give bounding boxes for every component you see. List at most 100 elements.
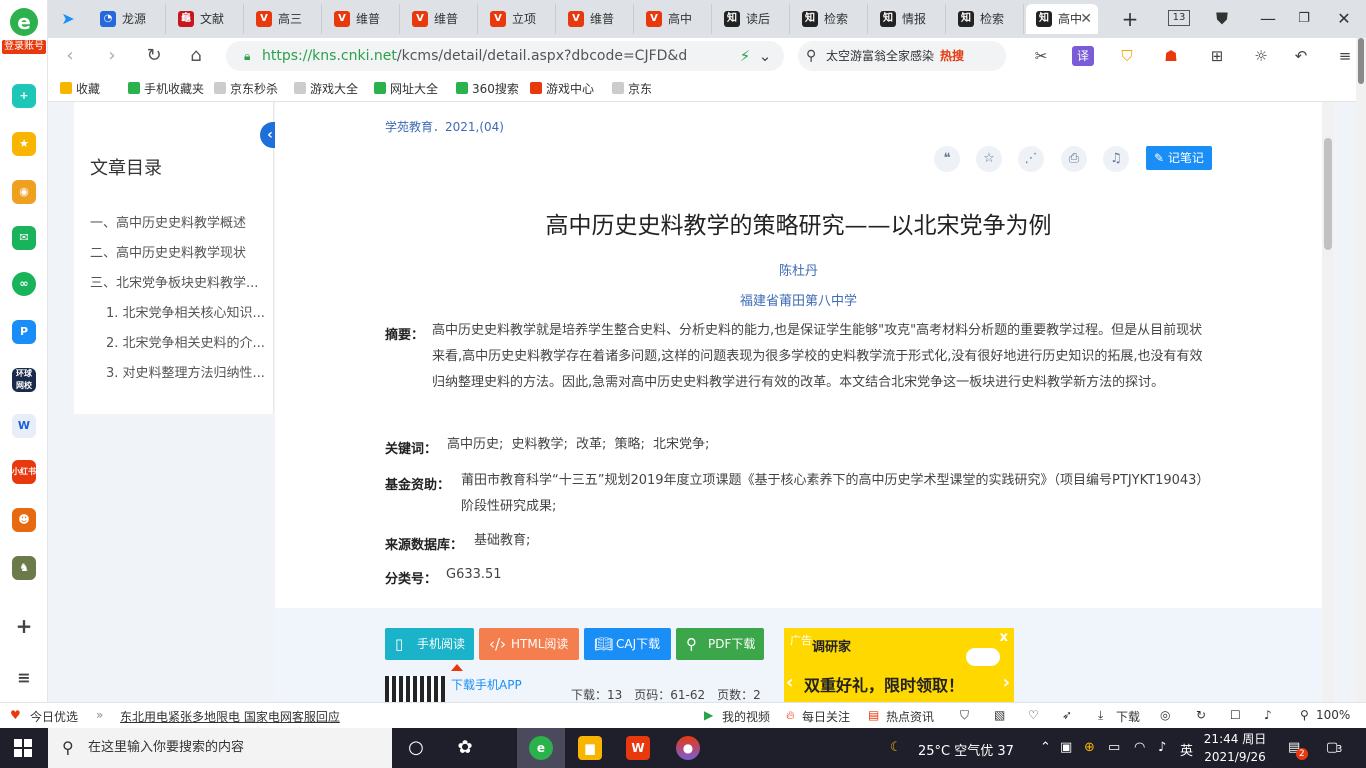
advertisement-banner[interactable]: 广告 调研家 x ‹ 双重好礼，限时领取！ › bbox=[784, 628, 1014, 702]
organization-link[interactable]: 福建省莆田第八中学 bbox=[275, 290, 1322, 309]
bookmark-item[interactable]: 京东秒杀 bbox=[214, 80, 278, 97]
send-icon[interactable]: ➤ bbox=[56, 8, 80, 30]
pinwheel-icon[interactable]: ✿ bbox=[453, 736, 477, 760]
wps-icon[interactable]: W bbox=[626, 736, 650, 760]
coin-icon[interactable]: ⛉ bbox=[1116, 46, 1138, 66]
input-language[interactable]: 英 bbox=[1180, 740, 1193, 759]
forward-button[interactable]: › bbox=[100, 44, 124, 68]
home-button[interactable]: ⌂ bbox=[184, 44, 208, 68]
calculator-icon[interactable]: + bbox=[12, 84, 36, 108]
wifi-icon[interactable]: ◠ bbox=[1134, 740, 1145, 755]
apps-grid-icon[interactable]: ⊞ bbox=[1206, 46, 1228, 66]
journal-info[interactable]: 学苑教育．2021,(04) bbox=[385, 118, 504, 135]
browser-tab[interactable]: V 维普 bbox=[558, 4, 634, 34]
hot-news-link[interactable]: 热点资讯 bbox=[886, 708, 934, 725]
taskbar-search[interactable]: ⚲ 在这里输入你要搜索的内容 bbox=[48, 728, 392, 768]
tray-plus-icon[interactable]: ⊕ bbox=[1084, 740, 1095, 755]
window-icon[interactable]: ☐ bbox=[1230, 708, 1241, 722]
add-app-icon[interactable]: + bbox=[12, 614, 36, 638]
browser-tab[interactable]: 龜文献 bbox=[168, 4, 244, 34]
browser-tab[interactable]: V 高三 bbox=[246, 4, 322, 34]
bookmark-item[interactable]: 京东 bbox=[612, 80, 652, 97]
pubg-icon[interactable]: ♞ bbox=[12, 556, 36, 580]
page-scrollbar-thumb[interactable] bbox=[1324, 138, 1332, 250]
daily-focus-link[interactable]: 每日关注 bbox=[802, 708, 850, 725]
search-box[interactable]: ⚲ 太空游富翁全家感染 热搜 bbox=[798, 41, 1006, 71]
browser-task-icon[interactable]: e bbox=[529, 736, 553, 760]
download-app-link[interactable]: 下载手机APP bbox=[451, 676, 522, 693]
browser-tab[interactable]: V 维普 bbox=[402, 4, 478, 34]
download-link[interactable]: 下载 bbox=[1116, 708, 1140, 725]
today-picks-link[interactable]: 今日优选 bbox=[30, 708, 78, 725]
bookmark-item[interactable]: 收藏 bbox=[60, 80, 100, 97]
browser-tab[interactable]: V 立项 bbox=[480, 4, 556, 34]
rocket-icon[interactable]: ➶ bbox=[1062, 708, 1072, 722]
minimize-button[interactable]: — bbox=[1256, 8, 1280, 30]
task-view-icon[interactable]: ○ bbox=[404, 736, 428, 760]
page-scrollbar[interactable] bbox=[1322, 102, 1334, 702]
browser-tab[interactable]: ◔ 龙源 bbox=[90, 4, 166, 34]
browser-tab[interactable]: V 维普 bbox=[324, 4, 400, 34]
weather-text[interactable]: 25°C 空气优 37 bbox=[918, 740, 1014, 759]
toc-item[interactable]: 二、高中历史史料教学现状 bbox=[90, 242, 266, 261]
video-icon[interactable]: 小红书 bbox=[12, 460, 36, 484]
toc-item[interactable]: 3. 对史料整理方法归纳性... bbox=[106, 362, 266, 381]
gamepad-icon[interactable]: ☗ bbox=[1160, 46, 1182, 66]
menu-icon[interactable]: ≡ bbox=[12, 666, 36, 690]
toc-item[interactable]: 三、北宋党争板块史料教学... bbox=[90, 272, 266, 291]
bookmark-item[interactable]: 网址大全 bbox=[374, 80, 438, 97]
pdf-icon[interactable]: P bbox=[12, 320, 36, 344]
zoom-level[interactable]: 100% bbox=[1316, 708, 1350, 722]
login-label[interactable]: 登录账号 bbox=[2, 40, 46, 54]
my-video-link[interactable]: 我的视频 bbox=[722, 708, 770, 725]
windows-start-button[interactable] bbox=[14, 739, 32, 757]
tab-count-badge[interactable]: 13 bbox=[1168, 10, 1190, 26]
browser-tab[interactable]: 知情报 bbox=[870, 4, 946, 34]
star-icon[interactable]: ☆ bbox=[976, 146, 1002, 172]
bookmark-item[interactable]: 360搜索 bbox=[456, 80, 519, 97]
undo-icon[interactable]: ↶ bbox=[1290, 46, 1312, 66]
html-read-button[interactable]: ‹/› HTML阅读 bbox=[479, 628, 579, 660]
heartbeat-icon[interactable]: ♡ bbox=[1028, 708, 1039, 722]
tray-app-icon[interactable]: ▣ bbox=[1060, 740, 1072, 755]
ad-prev-icon[interactable]: ‹ bbox=[786, 672, 793, 693]
lightning-icon[interactable]: ⚡ bbox=[734, 46, 756, 66]
link-icon[interactable]: ∞ bbox=[12, 272, 36, 296]
bell-icon[interactable]: ♫ bbox=[1103, 146, 1129, 172]
window-scrollbar-thumb[interactable] bbox=[1358, 38, 1364, 84]
shield-icon[interactable]: ⛉ bbox=[960, 708, 969, 723]
tray-chevron-icon[interactable]: ⌃ bbox=[1040, 740, 1051, 755]
back-button[interactable]: ‹ bbox=[58, 44, 82, 68]
news-icon[interactable]: 环球 网校 bbox=[12, 368, 36, 392]
mask-icon[interactable]: ◎ bbox=[1160, 708, 1170, 722]
battery-icon[interactable]: ▭ bbox=[1108, 740, 1120, 755]
restore-button[interactable]: ❐ bbox=[1292, 8, 1316, 30]
quote-icon[interactable]: ❝ bbox=[934, 146, 960, 172]
ad-close-button[interactable]: x bbox=[1000, 630, 1008, 645]
keywords-list[interactable]: 高中历史; 史料教学; 改革; 策略; 北宋党争; bbox=[447, 432, 709, 458]
favorites-star-icon[interactable]: ★ bbox=[12, 132, 36, 156]
main-menu-icon[interactable]: ≡ bbox=[1334, 46, 1356, 66]
browser-tab[interactable]: V 高中 bbox=[636, 4, 712, 34]
browser-logo[interactable]: e 登录账号 bbox=[2, 8, 46, 60]
scissors-icon[interactable]: ✂ bbox=[1030, 46, 1052, 66]
mail-icon[interactable]: ✉ bbox=[12, 226, 36, 250]
bookmark-item[interactable]: 手机收藏夹 bbox=[128, 80, 204, 97]
app-drop-icon[interactable]: ● bbox=[676, 736, 700, 760]
share-icon[interactable]: ⋰ bbox=[1018, 146, 1044, 172]
toc-item[interactable]: 1. 北宋党争相关核心知识... bbox=[106, 302, 266, 321]
bookmark-item[interactable]: 游戏中心 bbox=[530, 80, 594, 97]
file-explorer-icon[interactable]: ▆ bbox=[578, 736, 602, 760]
refresh-icon[interactable]: ↻ bbox=[1196, 708, 1206, 722]
window-scrollbar[interactable] bbox=[1356, 38, 1366, 702]
toc-item[interactable]: 2. 北宋党争相关史料的介... bbox=[106, 332, 266, 351]
new-tab-button[interactable]: + bbox=[1118, 8, 1142, 30]
chevron-down-icon[interactable]: ⌄ bbox=[754, 46, 776, 66]
author-link[interactable]: 陈杜丹 bbox=[275, 260, 1322, 279]
print-icon[interactable]: ⎙ bbox=[1061, 146, 1087, 172]
caj-download-button[interactable]: 📖︎ CAJ下载 bbox=[584, 628, 671, 660]
volume-icon[interactable]: ♪ bbox=[1264, 708, 1272, 722]
word-icon[interactable]: W bbox=[12, 414, 36, 438]
reload-button[interactable]: ↻ bbox=[142, 44, 166, 68]
pdf-download-button[interactable]: ⚲ PDF下载 bbox=[676, 628, 764, 660]
